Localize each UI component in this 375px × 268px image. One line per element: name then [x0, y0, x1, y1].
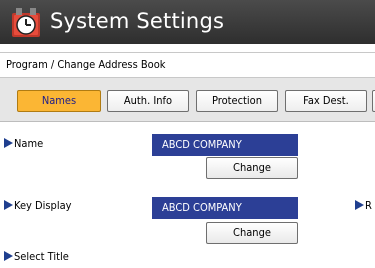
key-display-label-text: Key Display [14, 199, 72, 212]
key-display-value: ABCD COMPANY [152, 197, 298, 219]
title-bar: System Settings [0, 0, 375, 44]
arrow-right-icon [4, 138, 13, 148]
select-title-label-text: Select Title [14, 250, 69, 263]
breadcrumb-bar: Program / Change Address Book [0, 52, 375, 78]
select-title-label: Select Title [4, 250, 69, 263]
name-label: Name [4, 137, 43, 150]
breadcrumb: Program / Change Address Book [6, 58, 166, 71]
tab-auth-info[interactable]: Auth. Info [107, 90, 189, 112]
tab-protection[interactable]: Protection [196, 90, 278, 112]
system-settings-clock-icon [12, 8, 40, 37]
arrow-right-icon [4, 251, 13, 261]
name-label-text: Name [14, 137, 44, 150]
tab-strip: Names Auth. Info Protection Fax Dest. [0, 78, 375, 122]
window-title: System Settings [50, 9, 225, 33]
key-display-label: Key Display [4, 199, 72, 212]
partial-right-label-text: R [365, 199, 372, 212]
tab-fax-dest[interactable]: Fax Dest. [285, 90, 367, 112]
arrow-right-icon [355, 200, 364, 210]
name-value: ABCD COMPANY [152, 134, 298, 156]
tab-names[interactable]: Names [17, 90, 101, 112]
arrow-right-icon [4, 200, 13, 210]
partial-right-label: R [355, 199, 372, 212]
key-display-change-button[interactable]: Change [206, 222, 298, 244]
name-change-button[interactable]: Change [206, 157, 298, 179]
